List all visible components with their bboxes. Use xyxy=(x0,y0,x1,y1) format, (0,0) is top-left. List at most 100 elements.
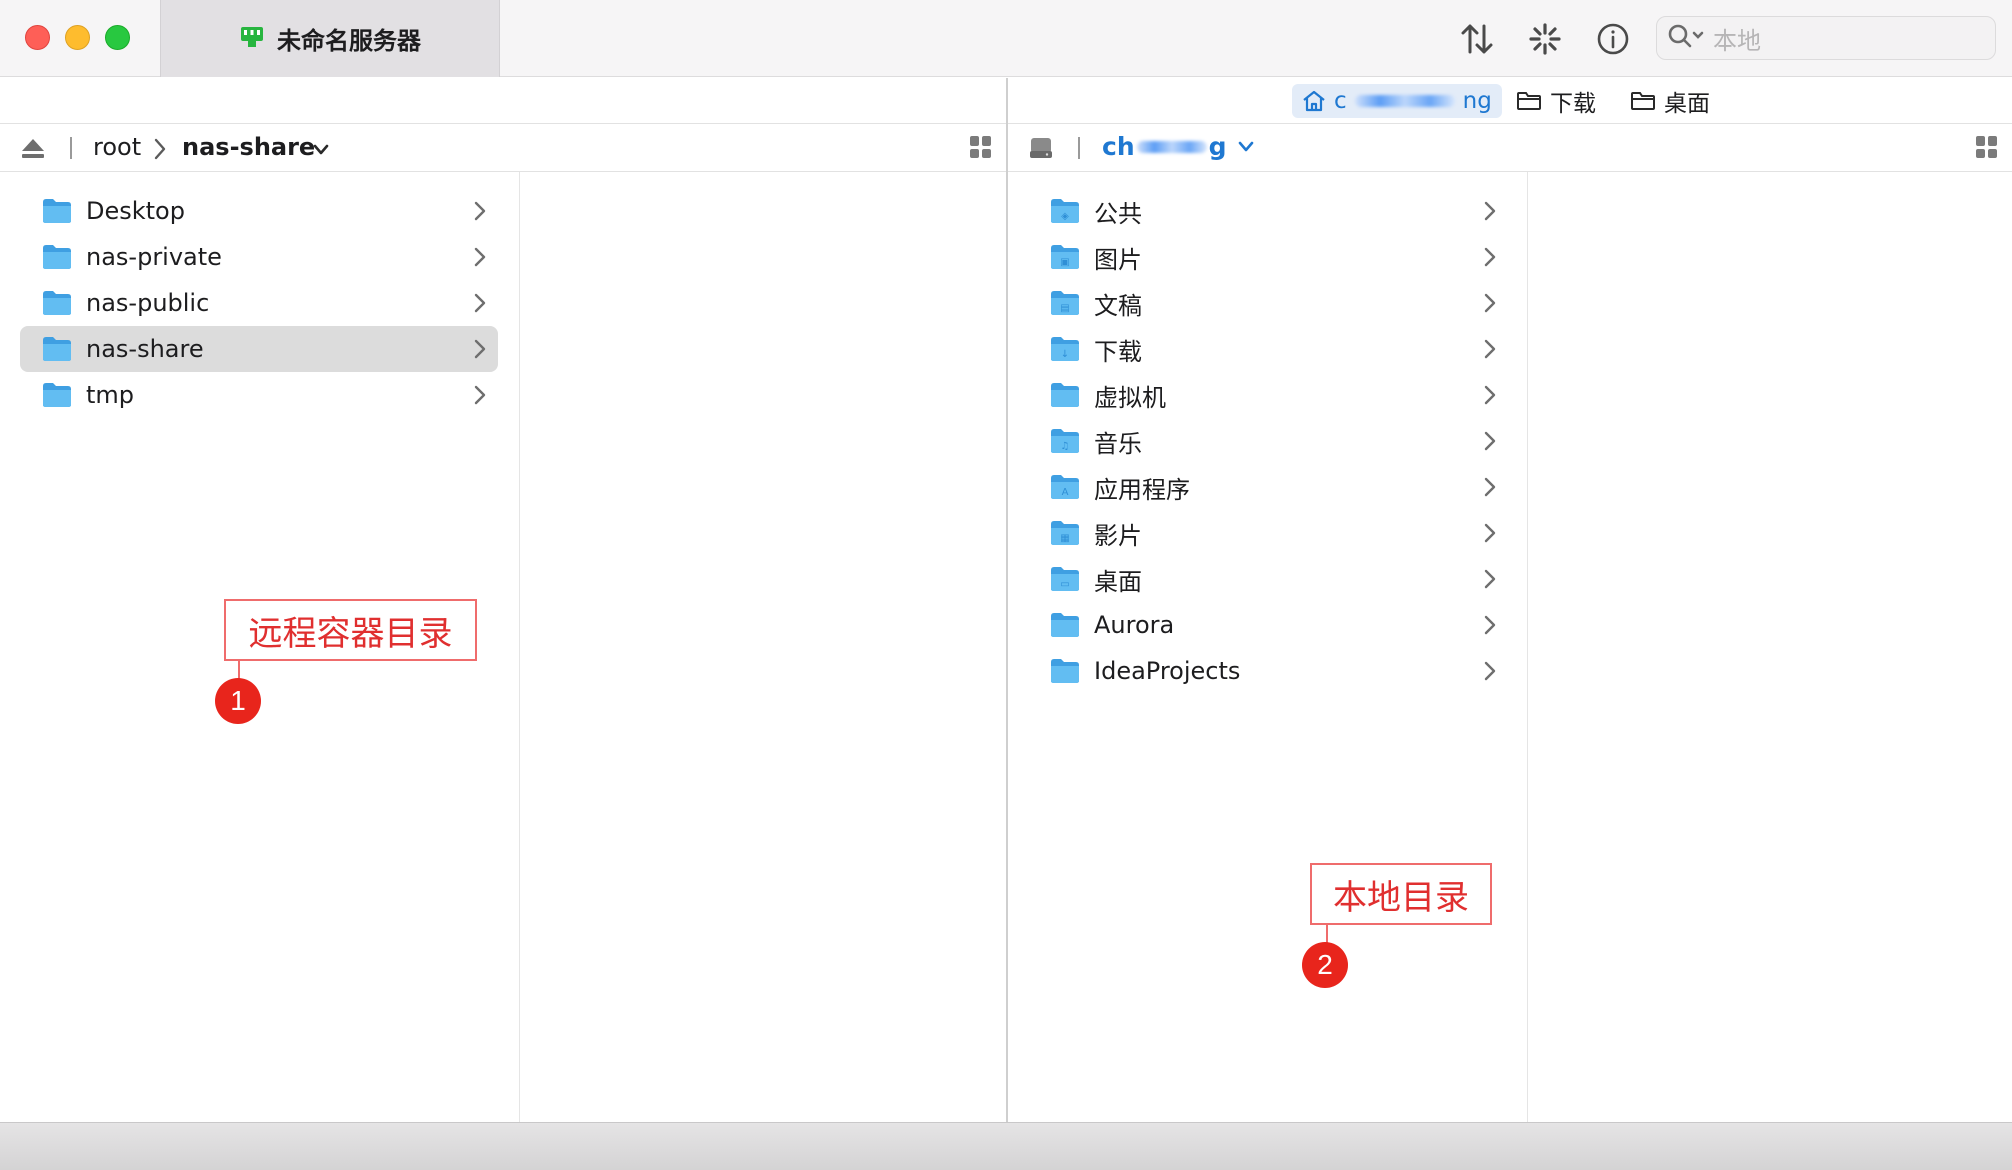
list-item-label: nas-share xyxy=(86,335,204,363)
list-item[interactable]: ▭ 桌面 xyxy=(1028,556,1508,602)
eject-icon[interactable] xyxy=(20,137,46,163)
chevron-right-icon xyxy=(1484,293,1496,313)
list-item[interactable]: ▤ 文稿 xyxy=(1028,280,1508,326)
local-path-selector[interactable]: ch g xyxy=(1102,132,1255,161)
list-item[interactable]: nas-public xyxy=(20,280,498,326)
svg-text:▣: ▣ xyxy=(1060,257,1069,268)
search-field[interactable]: 本地 xyxy=(1656,16,1996,60)
local-path-end: g xyxy=(1208,132,1227,161)
list-item[interactable]: ◈ 公共 xyxy=(1028,188,1508,234)
folder-icon xyxy=(43,337,71,361)
folder-icon xyxy=(1631,92,1655,110)
list-item-label: tmp xyxy=(86,381,135,409)
folder-icon xyxy=(1051,659,1079,683)
activity-spinner-icon[interactable] xyxy=(1524,18,1566,60)
folder-icon xyxy=(1051,383,1079,407)
list-item[interactable]: ♫ 音乐 xyxy=(1028,418,1508,464)
list-item[interactable]: Desktop xyxy=(20,188,498,234)
chevron-right-icon xyxy=(474,385,486,405)
list-item[interactable]: Aurora xyxy=(1028,602,1508,648)
network-port-icon xyxy=(239,24,265,54)
list-item[interactable]: 虚拟机 xyxy=(1028,372,1508,418)
chevron-right-icon xyxy=(1484,569,1496,589)
chevron-right-icon xyxy=(1484,247,1496,267)
list-item-label: 应用程序 xyxy=(1094,475,1190,504)
list-item-label: 文稿 xyxy=(1094,291,1142,320)
title-bar: 未命名服务器 本地 xyxy=(0,0,2012,77)
view-mode-grid-icon[interactable] xyxy=(1976,136,1998,158)
folder-icon: ♫ xyxy=(1051,429,1079,453)
favorite-downloads[interactable]: 下载 xyxy=(1506,84,1606,118)
chevron-right-icon xyxy=(1484,661,1496,681)
list-item[interactable]: ↓ 下载 xyxy=(1028,326,1508,372)
chevron-right-icon xyxy=(1484,385,1496,405)
chevron-right-icon xyxy=(1484,615,1496,635)
svg-text:▤: ▤ xyxy=(1060,303,1069,314)
folder-icon xyxy=(43,383,71,407)
favorite-downloads-label: 下载 xyxy=(1550,91,1596,117)
list-item-label: Desktop xyxy=(86,197,185,225)
info-icon[interactable] xyxy=(1592,18,1634,60)
list-item[interactable]: tmp xyxy=(20,372,498,418)
chevron-down-icon[interactable] xyxy=(312,142,330,161)
favorite-desktop-label: 桌面 xyxy=(1664,91,1710,117)
tab-title: 未命名服务器 xyxy=(277,27,421,55)
folder-icon xyxy=(1051,613,1079,637)
local-path-start: ch xyxy=(1102,132,1135,161)
maximize-window-button[interactable] xyxy=(105,25,130,50)
svg-text:▦: ▦ xyxy=(1060,533,1069,544)
favorite-desktop[interactable]: 桌面 xyxy=(1620,84,1720,118)
remote-path-bar: root nas-share xyxy=(0,124,1006,172)
chevron-right-icon xyxy=(1484,477,1496,497)
remote-panel: root nas-share Desktop nas-private nas-p… xyxy=(0,78,1006,1122)
remote-empty-column xyxy=(520,172,1006,1122)
chevron-right-icon xyxy=(474,293,486,313)
local-file-column: ◈ 公共 ▣ 图片 ▤ 文稿 ↓ 下载虚拟机 ♫ 音乐 A 应用程序 ▦ 影片 ▭ 桌面 Aurora IdeaP… xyxy=(1008,172,1528,1122)
remote-favorites-bar xyxy=(0,78,1006,124)
home-icon xyxy=(1303,90,1325,112)
close-window-button[interactable] xyxy=(25,25,50,50)
breadcrumb-root[interactable]: root xyxy=(93,133,141,161)
list-item-selected[interactable]: nas-share xyxy=(20,326,498,372)
folder-icon: ▣ xyxy=(1051,245,1079,269)
svg-text:A: A xyxy=(1062,487,1069,498)
list-item-label: Aurora xyxy=(1094,611,1175,639)
disk-icon[interactable] xyxy=(1028,136,1054,164)
favorite-home-label-start: c xyxy=(1334,88,1347,114)
favorite-home[interactable]: c ng xyxy=(1292,84,1502,118)
list-item-label: 公共 xyxy=(1094,199,1142,228)
list-item[interactable]: ▦ 影片 xyxy=(1028,510,1508,556)
favorite-home-label-end: ng xyxy=(1462,88,1492,114)
svg-text:♫: ♫ xyxy=(1061,441,1070,452)
server-tab[interactable]: 未命名服务器 xyxy=(160,0,500,77)
local-empty-column xyxy=(1528,172,2012,1122)
chevron-right-icon xyxy=(474,247,486,267)
svg-text:↓: ↓ xyxy=(1061,349,1069,360)
annotation-badge: 1 xyxy=(215,678,261,724)
list-item-label: 桌面 xyxy=(1094,567,1142,596)
redacted-text xyxy=(1136,140,1207,153)
status-bar xyxy=(0,1122,2012,1170)
annotation-callout-local: 本地目录 xyxy=(1310,863,1492,925)
folder-icon xyxy=(1517,92,1541,110)
list-item[interactable]: ▣ 图片 xyxy=(1028,234,1508,280)
list-item-label: IdeaProjects xyxy=(1094,657,1241,685)
search-placeholder: 本地 xyxy=(1713,26,1761,55)
chevron-right-icon xyxy=(1484,431,1496,451)
list-item[interactable]: nas-private xyxy=(20,234,498,280)
breadcrumb-current[interactable]: nas-share xyxy=(182,133,315,161)
folder-icon: ◈ xyxy=(1051,199,1079,223)
folder-icon: ▤ xyxy=(1051,291,1079,315)
view-mode-grid-icon[interactable] xyxy=(970,136,992,158)
folder-icon xyxy=(43,245,71,269)
list-item-label: 影片 xyxy=(1094,521,1142,550)
list-item-label: 音乐 xyxy=(1094,429,1142,458)
folder-icon: ▦ xyxy=(1051,521,1079,545)
transfer-arrows-icon[interactable] xyxy=(1456,18,1498,60)
local-favorites-bar: c ng 下载 桌面 xyxy=(1008,78,2012,124)
list-item[interactable]: A 应用程序 xyxy=(1028,464,1508,510)
list-item[interactable]: IdeaProjects xyxy=(1028,648,1508,694)
minimize-window-button[interactable] xyxy=(65,25,90,50)
list-item-label: 下载 xyxy=(1094,337,1142,366)
chevron-right-icon xyxy=(474,201,486,221)
